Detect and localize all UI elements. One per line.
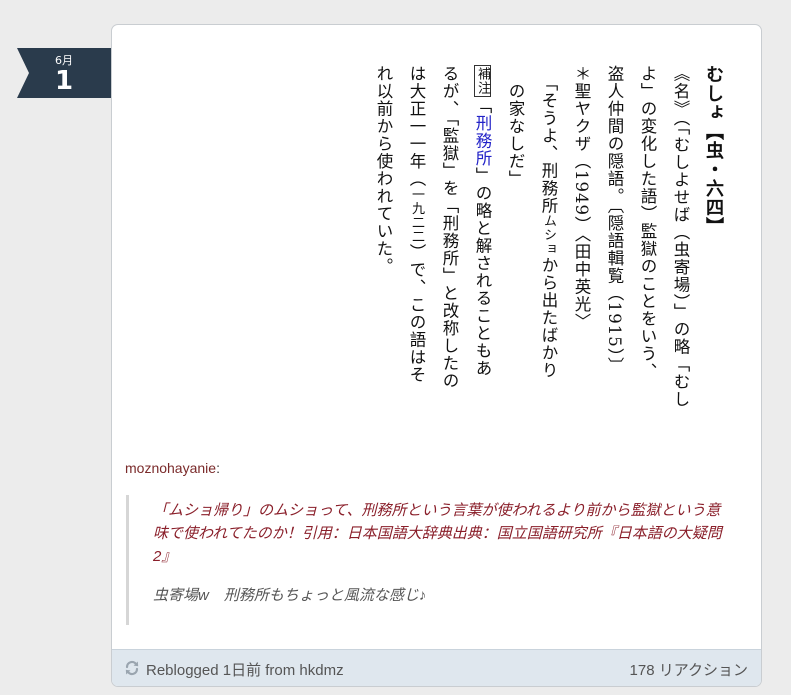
- dictionary-image: むしょ【虫・六四】 《名》（「むしよせば（虫寄場）」の略「むし よ」の変化した語…: [367, 65, 730, 425]
- dict-ruby: ムショ: [541, 214, 556, 257]
- dict-text: 」の略と解されることもあ: [473, 167, 492, 377]
- dict-line: れ以前から使われていた。: [374, 65, 393, 275]
- date-badge[interactable]: 6月 1: [17, 48, 111, 98]
- post-card: むしょ【虫・六四】 《名》（「むしよせば（虫寄場）」の略「むし よ」の変化した語…: [111, 24, 762, 687]
- dict-line-year: は大正一一年（一九二二）で、この語はそ: [400, 65, 433, 425]
- dict-text: 「: [473, 97, 492, 115]
- dict-line: 《名》（「むしよせば（虫寄場）」の略「むし: [671, 65, 690, 408]
- dict-headword: むしょ: [703, 65, 724, 122]
- dict-small: 一九二二: [409, 187, 424, 244]
- dict-note-box: 補注: [474, 65, 491, 97]
- dict-text: 「そうよ、刑務所: [539, 65, 558, 215]
- blockquote: 「ムショ帰り」のムショって、刑務所という言葉が使われるより前から監獄という意味で…: [126, 495, 736, 625]
- dict-line: よ」の変化した語）監獄のことをいう、: [638, 65, 657, 380]
- post-footer: Reblogged 1日前 from hkdmz 178 リアクション: [112, 649, 761, 686]
- reblog-info: Reblogged 1日前 from hkdmz: [146, 659, 344, 680]
- poster-colon: :: [216, 460, 220, 476]
- reblogged-label: Reblogged 1日前 from: [146, 662, 296, 679]
- poster-name-link[interactable]: moznohayanie: [125, 460, 216, 476]
- dict-line: ＊聖ヤクザ（1949）〈田中英光〉: [572, 65, 591, 331]
- dict-line: 盗人仲間の隠語。〔隠語輯覧（1915）〕: [605, 65, 624, 375]
- reblog-source-link[interactable]: hkdmz: [299, 662, 343, 679]
- poster-line: moznohayanie:: [125, 460, 220, 476]
- quote-body: 「ムショ帰り」のムショって、刑務所という言葉が使われるより前から監獄という意味で…: [153, 502, 722, 565]
- dict-text: ）で、この語はそ: [407, 243, 426, 384]
- reactions-link[interactable]: 178 リアクション: [630, 659, 748, 680]
- dict-line: の家なしだ」: [506, 65, 525, 188]
- dict-link: 刑務所: [473, 114, 492, 168]
- date-day: 1: [54, 66, 74, 96]
- quote-comment: 虫寄場w 刑務所もちょっと風流な感じ♪: [153, 587, 427, 604]
- dict-headword-bracket: 【虫・六四】: [703, 122, 724, 236]
- dict-line: るが、「監獄」を「刑務所」と改称したの: [440, 65, 459, 390]
- dict-text: から出たばかり: [539, 256, 558, 379]
- dict-line-quote: 「そうよ、刑務所ムショから出たばかり: [532, 65, 565, 425]
- dict-text: は大正一一年（: [407, 65, 426, 188]
- dict-line-headword: むしょ【虫・六四】: [697, 65, 730, 425]
- dict-line-note: 補注「刑務所」の略と解されることもあ: [466, 65, 499, 425]
- reblog-icon: [125, 660, 139, 676]
